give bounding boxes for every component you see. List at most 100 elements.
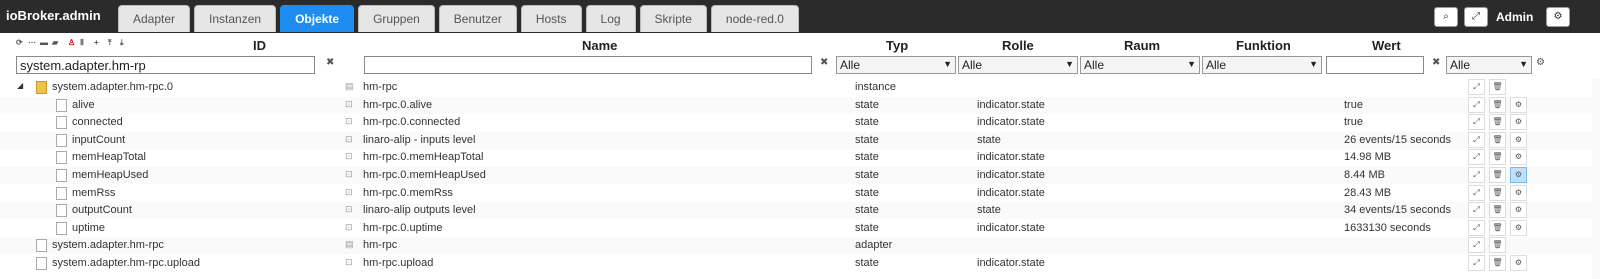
list-icon[interactable]: ⋯ [28, 38, 36, 47]
settings-icon[interactable]: ⚙ [1510, 96, 1527, 113]
settings-icon[interactable]: ⚙ [1510, 167, 1527, 183]
table-row[interactable]: ⊡ memRss hm-rpc.0.memRss state indicator.sta… [0, 184, 1600, 202]
refresh-icon[interactable]: ⟳ [16, 38, 23, 47]
table-row[interactable]: ⊡ memHeapUsed hm-rpc.0.memHeapUsed state ind… [0, 167, 1600, 184]
row-type: adapter [855, 239, 893, 252]
expand-icon[interactable]: ⤢ [1464, 7, 1488, 27]
value-filter-select[interactable]: Alle ▼ [1446, 56, 1532, 74]
chevron-down-icon: ▼ [1065, 59, 1074, 69]
edit-icon[interactable]: ⤢ [1468, 96, 1485, 113]
tab-adapter[interactable]: Adapter [118, 5, 191, 32]
edit-icon[interactable]: ⤢ [1468, 219, 1485, 236]
table-row[interactable]: ⊡ memHeapTotal hm-rpc.0.memHeapTotal state i… [0, 149, 1600, 166]
edit-icon[interactable]: ⤢ [1468, 79, 1485, 95]
edit-icon[interactable]: ⤢ [1468, 202, 1485, 219]
settings-icon[interactable]: ⚙ [1510, 219, 1527, 236]
edit-icon[interactable]: ⤢ [1468, 237, 1485, 254]
clear-value-filter-icon[interactable]: ✖ [1432, 57, 1440, 68]
edit-icon[interactable]: ⤢ [1468, 114, 1485, 131]
delete-icon[interactable]: 🗑 [1489, 79, 1506, 95]
delete-icon[interactable]: 🗑 [1489, 237, 1506, 254]
delete-icon[interactable]: 🗑 [1489, 202, 1506, 219]
file-icon [56, 151, 67, 165]
expand-toggle-icon[interactable]: ◢ [17, 81, 23, 90]
object-type-icon: ⊡ [345, 186, 353, 197]
tab-objekte[interactable]: Objekte [280, 5, 355, 32]
tab-node-red-0[interactable]: node-red.0 [710, 5, 799, 32]
tab-instanzen[interactable]: Instanzen [194, 5, 277, 32]
tab-hosts[interactable]: Hosts [520, 5, 582, 32]
settings-icon[interactable]: ⚙ [1546, 7, 1570, 27]
scrollbar[interactable] [1592, 79, 1600, 279]
tab-benutzer[interactable]: Benutzer [438, 5, 517, 32]
name-filter-input[interactable] [364, 56, 812, 74]
folder-open-icon[interactable]: ▰ [52, 38, 58, 47]
object-type-icon: ⊡ [345, 221, 353, 232]
delete-icon[interactable]: 🗑 [1489, 255, 1506, 271]
delete-icon[interactable]: 🗑 [1489, 149, 1506, 166]
edit-icon[interactable]: ⤢ [1468, 167, 1485, 183]
export-icon[interactable]: ⤓ [120, 38, 124, 48]
delete-icon[interactable]: 🗑 [1489, 96, 1506, 113]
table-row[interactable]: ⊡ connected hm-rpc.0.connected state indicat… [0, 114, 1600, 131]
import-icon[interactable]: ⤒ [108, 38, 112, 48]
delete-icon[interactable]: 🗑 [1489, 184, 1506, 201]
settings-icon[interactable]: ⚙ [1510, 149, 1527, 166]
tab-skripte[interactable]: Skripte [639, 5, 707, 32]
edit-icon[interactable]: ⤢ [1468, 149, 1485, 166]
delete-icon[interactable]: 🗑 [1489, 167, 1506, 183]
col-room[interactable]: Raum [1124, 38, 1160, 53]
row-role: indicator.state [977, 151, 1045, 164]
table-row[interactable]: ◢ ▤ system.adapter.hm-rpc.0 hm-rpc instance ⤢… [0, 79, 1600, 96]
row-name: linaro-alip outputs level [363, 204, 476, 217]
add-icon[interactable]: + [94, 38, 99, 47]
edit-icon[interactable]: ⤢ [1468, 184, 1485, 201]
delete-icon[interactable]: 🗑 [1489, 219, 1506, 236]
type-filter-select[interactable]: Alle ▼ [836, 56, 956, 74]
table-row[interactable]: ▤ system.adapter.hm-rpc hm-rpc adapter ⤢ 🗑 [0, 237, 1600, 255]
col-role[interactable]: Rolle [1002, 38, 1034, 53]
pause-icon[interactable]: Ⅱ [80, 38, 84, 47]
user-name[interactable]: Admin [1496, 10, 1533, 24]
row-name: hm-rpc.upload [363, 257, 434, 269]
object-type-icon: ⊡ [345, 257, 353, 267]
row-name: hm-rpc.0.connected [363, 116, 461, 129]
row-role: indicator.state [977, 169, 1045, 181]
settings-icon[interactable]: ⚙ [1510, 184, 1527, 201]
filter-settings-icon[interactable]: ⚙ [1536, 57, 1545, 68]
settings-icon[interactable]: ⚙ [1510, 131, 1527, 148]
chevron-down-icon: ▼ [1519, 59, 1528, 69]
table-row[interactable]: ⊡ inputCount linaro-alip - inputs level sta… [0, 131, 1600, 149]
collapse-icon[interactable]: ▬ [40, 38, 48, 47]
edit-icon[interactable]: ⤢ [1468, 131, 1485, 148]
row-value: true [1344, 98, 1363, 111]
value-filter-input[interactable] [1326, 56, 1424, 74]
col-id[interactable]: ID [253, 38, 266, 53]
clear-id-filter-icon[interactable]: ✖ [326, 57, 334, 68]
row-type: instance [855, 81, 896, 93]
delete-icon[interactable]: 🗑 [1489, 131, 1506, 148]
col-type[interactable]: Typ [886, 38, 908, 53]
table-row[interactable]: ⊡ alive hm-rpc.0.alive state indicator.state… [0, 96, 1600, 114]
role-filter-select[interactable]: Alle ▼ [958, 56, 1078, 74]
col-function[interactable]: Funktion [1236, 38, 1291, 53]
tab-gruppen[interactable]: Gruppen [358, 5, 435, 32]
col-name[interactable]: Name [582, 38, 617, 53]
settings-icon[interactable]: ⚙ [1510, 202, 1527, 219]
object-type-icon: ⊡ [345, 98, 353, 109]
clear-name-filter-icon[interactable]: ✖ [820, 57, 828, 68]
settings-icon[interactable]: ⚙ [1510, 114, 1527, 131]
delete-icon[interactable]: 🗑 [1489, 114, 1506, 131]
table-row[interactable]: ⊡ outputCount linaro-alip outputs level sta… [0, 202, 1600, 220]
function-filter-select[interactable]: Alle ▼ [1202, 56, 1322, 74]
tab-log[interactable]: Log [585, 5, 636, 32]
person-icon[interactable]: ♙ [68, 38, 75, 47]
table-row[interactable]: ⊡ system.adapter.hm-rpc.upload hm-rpc.uplo… [0, 255, 1600, 272]
table-row[interactable]: ⊡ uptime hm-rpc.0.uptime state indicator.sta… [0, 219, 1600, 237]
settings-icon[interactable]: ⚙ [1510, 255, 1527, 271]
col-value[interactable]: Wert [1372, 38, 1401, 53]
search-icon[interactable]: ⌕ [1434, 7, 1458, 27]
id-filter-input[interactable]: system.adapter.hm-rp [16, 56, 315, 74]
edit-icon[interactable]: ⤢ [1468, 255, 1485, 271]
room-filter-select[interactable]: Alle ▼ [1080, 56, 1200, 74]
